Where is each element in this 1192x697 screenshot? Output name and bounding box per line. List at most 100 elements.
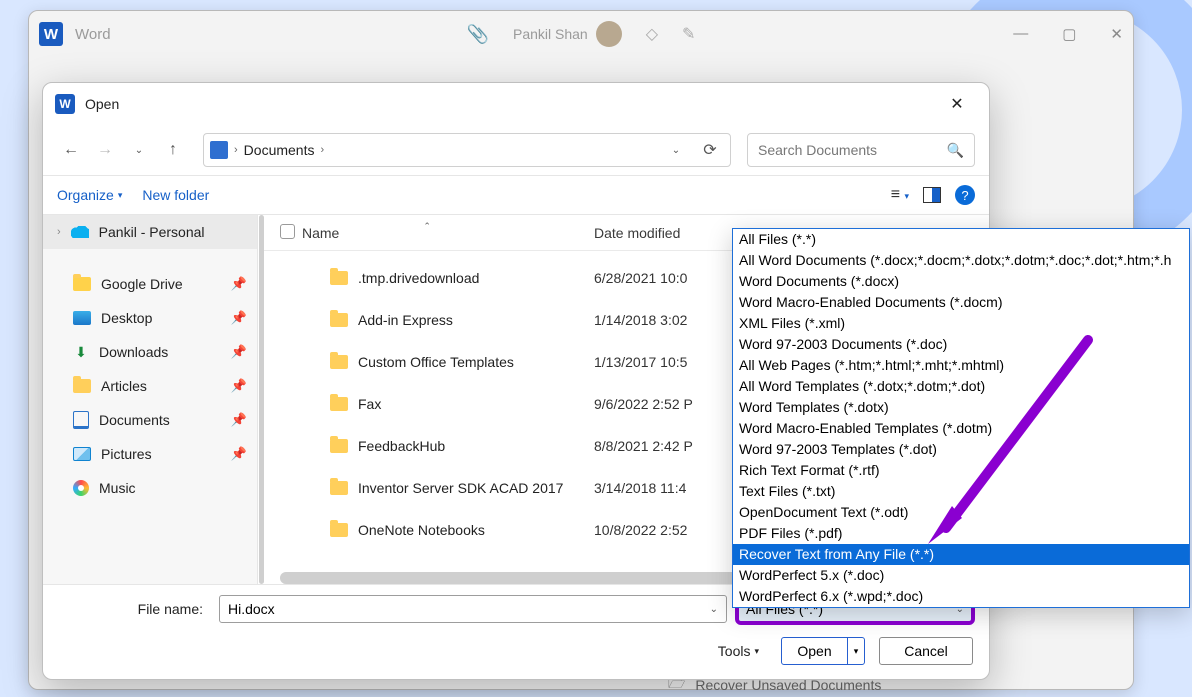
file-name: OneNote Notebooks	[358, 522, 485, 538]
file-type-option[interactable]: Recover Text from Any File (*.*)	[733, 544, 1189, 565]
file-name: Add-in Express	[358, 312, 453, 328]
pin-icon: 📌	[231, 446, 247, 462]
folder-icon	[330, 439, 348, 453]
file-type-option[interactable]: PDF Files (*.pdf)	[733, 523, 1189, 544]
file-type-option[interactable]: Word Macro-Enabled Templates (*.dotm)	[733, 418, 1189, 439]
nav-item-label: Music	[99, 480, 136, 496]
file-type-option[interactable]: Word Macro-Enabled Documents (*.docm)	[733, 292, 1189, 313]
forward-button[interactable]: →	[91, 136, 119, 164]
word-app-icon: W	[55, 94, 75, 114]
nav-item-articles[interactable]: Articles 📌	[43, 369, 257, 403]
file-type-option[interactable]: Word 97-2003 Documents (*.doc)	[733, 334, 1189, 355]
back-button[interactable]: ←	[57, 136, 85, 164]
nav-item-pictures[interactable]: Pictures 📌	[43, 437, 257, 471]
nav-pane: › Pankil - Personal Google Drive 📌 Deskt…	[43, 215, 258, 584]
user-name-label: Pankil Shan	[513, 21, 622, 47]
file-type-option[interactable]: WordPerfect 6.x (*.wpd;*.doc)	[733, 586, 1189, 607]
search-input[interactable]: Search Documents 🔍	[747, 133, 975, 167]
pin-icon: 📌	[231, 310, 247, 326]
diamond-icon: ◇	[646, 24, 658, 44]
new-folder-button[interactable]: New folder	[142, 187, 209, 203]
chevron-right-icon: ›	[234, 144, 238, 156]
search-placeholder: Search Documents	[758, 142, 877, 158]
folder-icon	[73, 277, 91, 291]
nav-item-label: Google Drive	[101, 276, 183, 292]
downloads-icon: ⬇	[73, 344, 89, 360]
preview-toggle[interactable]	[923, 187, 941, 203]
file-type-option[interactable]: Word 97-2003 Templates (*.dot)	[733, 439, 1189, 460]
cancel-button[interactable]: Cancel	[879, 637, 973, 665]
file-type-option[interactable]: XML Files (*.xml)	[733, 313, 1189, 334]
nav-item-label: Downloads	[99, 344, 168, 360]
tools-menu[interactable]: Tools ▾	[718, 643, 759, 659]
nav-item-google-drive[interactable]: Google Drive 📌	[43, 267, 257, 301]
address-bar[interactable]: › Documents › ⌄ ⟳	[203, 133, 731, 167]
onedrive-icon	[71, 226, 89, 238]
nav-root-item[interactable]: › Pankil - Personal	[43, 215, 257, 249]
organize-menu[interactable]: Organize ▾	[57, 187, 122, 203]
pin-icon: 📌	[231, 378, 247, 394]
file-type-option[interactable]: All Word Templates (*.dotx;*.dotm;*.dot)	[733, 376, 1189, 397]
dialog-title: Open	[85, 96, 119, 112]
pen-icon: ✎	[682, 24, 695, 44]
file-type-option[interactable]: All Word Documents (*.docx;*.docm;*.dotx…	[733, 250, 1189, 271]
chevron-down-icon: ⌄	[710, 604, 718, 615]
folder-icon	[330, 271, 348, 285]
open-button[interactable]: Open ▾	[781, 637, 865, 665]
up-button[interactable]: ↑	[159, 136, 187, 164]
chevron-right-icon: ›	[57, 226, 61, 238]
file-name: Fax	[358, 396, 381, 412]
file-name: Inventor Server SDK ACAD 2017	[358, 480, 563, 496]
file-name: FeedbackHub	[358, 438, 445, 454]
documents-icon	[73, 411, 89, 429]
nav-item-music[interactable]: Music	[43, 471, 257, 505]
pictures-icon	[73, 447, 91, 461]
pin-icon: 📌	[231, 276, 247, 292]
nav-item-label: Pankil - Personal	[99, 224, 205, 240]
location-icon	[210, 141, 228, 159]
file-type-option[interactable]: Word Templates (*.dotx)	[733, 397, 1189, 418]
help-button[interactable]: ?	[955, 185, 975, 205]
file-type-option[interactable]: WordPerfect 5.x (*.doc)	[733, 565, 1189, 586]
file-type-option[interactable]: Rich Text Format (*.rtf)	[733, 460, 1189, 481]
file-type-option[interactable]: Text Files (*.txt)	[733, 481, 1189, 502]
addr-dropdown-button[interactable]: ⌄	[662, 136, 690, 164]
open-split-dropdown[interactable]: ▾	[848, 646, 864, 657]
file-name: .tmp.drivedownload	[358, 270, 479, 286]
file-type-option[interactable]: All Files (*.*)	[733, 229, 1189, 250]
nav-item-desktop[interactable]: Desktop 📌	[43, 301, 257, 335]
file-type-option[interactable]: Word Documents (*.docx)	[733, 271, 1189, 292]
view-menu[interactable]: ≡ ▾	[891, 186, 909, 204]
refresh-button[interactable]: ⟳	[696, 136, 724, 164]
file-type-dropdown[interactable]: All Files (*.*)All Word Documents (*.doc…	[732, 228, 1190, 608]
nav-item-label: Documents	[99, 412, 170, 428]
folder-icon	[330, 313, 348, 327]
file-name-value: Hi.docx	[228, 601, 275, 617]
address-path: Documents	[244, 142, 315, 158]
open-button-label: Open	[782, 638, 848, 664]
sort-indicator-icon: ⌃	[423, 221, 431, 232]
file-name: Custom Office Templates	[358, 354, 514, 370]
folder-icon	[330, 397, 348, 411]
nav-item-downloads[interactable]: ⬇ Downloads 📌	[43, 335, 257, 369]
file-type-option[interactable]: All Web Pages (*.htm;*.html;*.mht;*.mhtm…	[733, 355, 1189, 376]
desktop-icon	[73, 311, 91, 325]
select-all-checkbox[interactable]	[280, 224, 295, 239]
search-icon: 🔍	[947, 142, 964, 159]
history-dropdown[interactable]: ⌄	[125, 136, 153, 164]
file-type-option[interactable]: OpenDocument Text (*.odt)	[733, 502, 1189, 523]
dialog-close-button[interactable]: ✕	[937, 90, 977, 118]
word-titlebar: W Word 📎 Pankil Shan ◇ ✎ — ▢ ✕	[29, 11, 1133, 57]
avatar	[596, 21, 622, 47]
dialog-nav-row: ← → ⌄ ↑ › Documents › ⌄ ⟳ Search Documen…	[43, 125, 989, 175]
dialog-toolbar: Organize ▾ New folder ≡ ▾ ?	[43, 175, 989, 215]
file-name-input[interactable]: Hi.docx ⌄	[219, 595, 727, 623]
folder-icon	[73, 379, 91, 393]
file-name-label: File name:	[59, 601, 209, 617]
nav-item-documents[interactable]: Documents 📌	[43, 403, 257, 437]
nav-item-label: Pictures	[101, 446, 152, 462]
attach-icon: 📎	[467, 24, 489, 45]
header-name[interactable]: Name ⌃	[302, 225, 594, 241]
music-icon	[73, 480, 89, 496]
pin-icon: 📌	[231, 412, 247, 428]
